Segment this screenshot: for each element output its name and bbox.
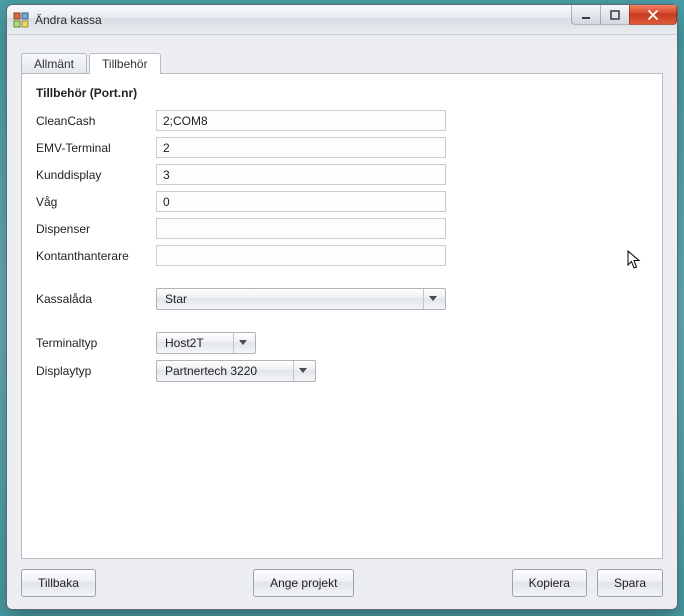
tab-panel: Tillbehör (Port.nr) CleanCash EMV-Termin… bbox=[21, 73, 663, 559]
window-title: Ändra kassa bbox=[35, 13, 102, 27]
kunddisplay-input[interactable] bbox=[156, 164, 446, 185]
vag-label: Våg bbox=[36, 195, 156, 209]
back-button[interactable]: Tillbaka bbox=[21, 569, 96, 597]
chevron-down-icon bbox=[293, 361, 311, 381]
dispenser-input[interactable] bbox=[156, 218, 446, 239]
terminaltyp-select[interactable]: Host2T bbox=[156, 332, 256, 354]
window-frame: Ändra kassa Allmänt Tillbehör Tillbehör … bbox=[6, 4, 678, 610]
window-controls bbox=[572, 5, 677, 25]
copy-button[interactable]: Kopiera bbox=[512, 569, 587, 597]
minimize-button[interactable] bbox=[571, 5, 601, 25]
emv-label: EMV-Terminal bbox=[36, 141, 156, 155]
kunddisplay-label: Kunddisplay bbox=[36, 168, 156, 182]
close-button[interactable] bbox=[629, 5, 677, 25]
button-bar: Tillbaka Ange projekt Kopiera Spara bbox=[21, 569, 663, 597]
titlebar: Ändra kassa bbox=[7, 5, 677, 35]
tab-general[interactable]: Allmänt bbox=[21, 53, 87, 74]
kontant-label: Kontanthanterare bbox=[36, 249, 156, 263]
terminaltyp-label: Terminaltyp bbox=[36, 336, 156, 350]
app-icon bbox=[13, 12, 29, 28]
chevron-down-icon bbox=[233, 333, 251, 353]
terminaltyp-value: Host2T bbox=[165, 336, 204, 350]
kassalada-select[interactable]: Star bbox=[156, 288, 446, 310]
tabs: Allmänt Tillbehör bbox=[21, 49, 663, 73]
kontant-input[interactable] bbox=[156, 245, 446, 266]
emv-input[interactable] bbox=[156, 137, 446, 158]
displaytyp-label: Displaytyp bbox=[36, 364, 156, 378]
kassalada-value: Star bbox=[165, 292, 187, 306]
project-button[interactable]: Ange projekt bbox=[253, 569, 354, 597]
vag-input[interactable] bbox=[156, 191, 446, 212]
cleancash-label: CleanCash bbox=[36, 114, 156, 128]
maximize-button[interactable] bbox=[600, 5, 630, 25]
displaytyp-value: Partnertech 3220 bbox=[165, 364, 257, 378]
chevron-down-icon bbox=[423, 289, 441, 309]
save-button[interactable]: Spara bbox=[597, 569, 663, 597]
section-title: Tillbehör (Port.nr) bbox=[36, 86, 644, 100]
client-area: Allmänt Tillbehör Tillbehör (Port.nr) Cl… bbox=[7, 35, 677, 609]
cleancash-input[interactable] bbox=[156, 110, 446, 131]
tab-accessories[interactable]: Tillbehör bbox=[89, 53, 161, 74]
dispenser-label: Dispenser bbox=[36, 222, 156, 236]
kassalada-label: Kassalåda bbox=[36, 292, 156, 306]
displaytyp-select[interactable]: Partnertech 3220 bbox=[156, 360, 316, 382]
